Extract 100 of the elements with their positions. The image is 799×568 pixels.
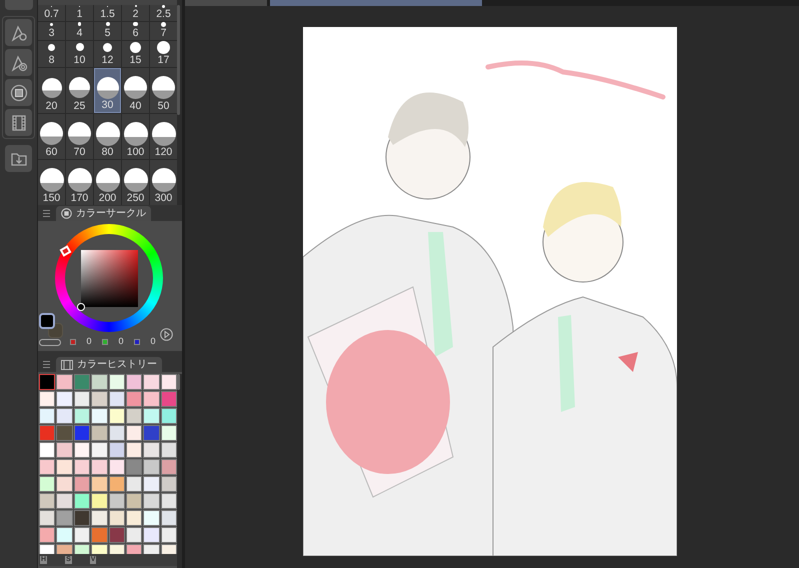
color-swatch[interactable] xyxy=(74,510,90,526)
color-swatch[interactable] xyxy=(39,442,56,458)
color-swatch[interactable] xyxy=(74,493,90,509)
color-swatch[interactable] xyxy=(160,476,177,492)
brush-size-cell[interactable]: 20 xyxy=(38,68,65,113)
color-swatch[interactable] xyxy=(91,374,108,390)
color-swatch[interactable] xyxy=(108,374,125,390)
color-swatch[interactable] xyxy=(160,493,177,509)
color-swatch[interactable] xyxy=(143,459,160,475)
color-swatch[interactable] xyxy=(91,391,108,407)
color-swatch[interactable] xyxy=(91,527,108,543)
color-swatch[interactable] xyxy=(74,408,90,424)
brush-size-cell[interactable]: 80 xyxy=(94,114,121,159)
brush-size-cell[interactable]: 7 xyxy=(150,22,177,40)
color-swatch[interactable] xyxy=(91,425,108,441)
color-swatch[interactable] xyxy=(143,527,160,543)
color-swatch[interactable] xyxy=(39,374,56,390)
pen-target-icon[interactable] xyxy=(5,49,32,76)
brush-size-cell[interactable]: 10 xyxy=(66,40,93,67)
color-swatch[interactable] xyxy=(126,391,142,407)
color-swatch[interactable] xyxy=(39,493,56,509)
color-swatch[interactable] xyxy=(39,408,56,424)
color-swatch[interactable] xyxy=(91,493,108,509)
brush-size-cell[interactable]: 17 xyxy=(150,40,177,67)
color-swatch[interactable] xyxy=(143,476,160,492)
panel-tab[interactable]: カラーヒストリー xyxy=(56,357,162,372)
color-swatch[interactable] xyxy=(143,425,160,441)
color-swatch[interactable] xyxy=(108,527,125,543)
color-swatch[interactable] xyxy=(160,442,177,458)
brush-size-cell[interactable]: 25 xyxy=(66,68,93,113)
scrollbar-thumb[interactable] xyxy=(177,374,180,390)
brush-size-cell[interactable]: 250 xyxy=(122,160,149,205)
color-swatch[interactable] xyxy=(143,510,160,526)
color-swatch[interactable] xyxy=(91,442,108,458)
color-swatch[interactable] xyxy=(126,374,142,390)
color-swatch[interactable] xyxy=(108,510,125,526)
color-swatch[interactable] xyxy=(108,459,125,475)
pen-gear-icon[interactable] xyxy=(5,19,32,46)
color-swatch[interactable] xyxy=(74,425,90,441)
panel-menu-icon[interactable] xyxy=(43,210,50,217)
color-swatch[interactable] xyxy=(126,510,142,526)
panel-tab[interactable]: カラーサークル xyxy=(56,206,151,221)
color-swatch[interactable] xyxy=(160,459,177,475)
brush-size-cell[interactable]: 2 xyxy=(122,5,149,21)
color-swatch[interactable] xyxy=(126,527,142,543)
color-swatch[interactable] xyxy=(39,527,56,543)
brush-size-cell[interactable]: 2.5 xyxy=(150,5,177,21)
color-swatch[interactable] xyxy=(126,408,142,424)
color-swatch[interactable] xyxy=(74,459,90,475)
color-swatch[interactable] xyxy=(39,510,56,526)
brush-size-cell[interactable]: 1.5 xyxy=(94,5,121,21)
brush-size-cell[interactable]: 4 xyxy=(66,22,93,40)
brush-size-cell[interactable]: 40 xyxy=(122,68,149,113)
brush-size-cell[interactable]: 120 xyxy=(150,114,177,159)
color-swatch[interactable] xyxy=(143,374,160,390)
color-swatch[interactable] xyxy=(108,442,125,458)
color-swatch[interactable] xyxy=(56,442,73,458)
color-swatch[interactable] xyxy=(56,425,73,441)
color-swatch[interactable] xyxy=(56,476,73,492)
color-swatch[interactable] xyxy=(56,408,73,424)
color-swatch[interactable] xyxy=(126,459,142,475)
brush-size-cell[interactable]: 8 xyxy=(38,40,65,67)
brush-size-cell[interactable]: 1 xyxy=(66,5,93,21)
color-swatch[interactable] xyxy=(39,391,56,407)
color-swatch[interactable] xyxy=(91,408,108,424)
color-swatch[interactable] xyxy=(56,527,73,543)
brush-size-cell[interactable]: 70 xyxy=(66,114,93,159)
color-swatch[interactable] xyxy=(143,493,160,509)
color-swatch[interactable] xyxy=(74,374,90,390)
color-picker-handle[interactable] xyxy=(76,302,84,310)
color-swatch[interactable] xyxy=(108,425,125,441)
color-swatch[interactable] xyxy=(143,408,160,424)
color-swatch[interactable] xyxy=(160,408,177,424)
folder-download-icon[interactable] xyxy=(5,145,32,172)
color-swatch[interactable] xyxy=(126,476,142,492)
brush-size-cell[interactable]: 5 xyxy=(94,22,121,40)
color-swatch[interactable] xyxy=(143,391,160,407)
brush-size-cell[interactable]: 170 xyxy=(66,160,93,205)
color-swatch[interactable] xyxy=(56,374,73,390)
hue-handle[interactable] xyxy=(60,245,72,257)
color-swatch[interactable] xyxy=(56,510,73,526)
brush-size-cell[interactable]: 50 xyxy=(150,68,177,113)
brush-size-cell[interactable]: 3 xyxy=(38,22,65,40)
play-circle-icon[interactable] xyxy=(160,328,173,341)
brush-size-cell[interactable]: 100 xyxy=(122,114,149,159)
color-swatch[interactable] xyxy=(126,425,142,441)
color-swatch[interactable] xyxy=(39,476,56,492)
color-swatch[interactable] xyxy=(39,425,56,441)
color-swatch[interactable] xyxy=(74,391,90,407)
color-swatch[interactable] xyxy=(56,493,73,509)
color-swatch[interactable] xyxy=(39,459,56,475)
color-swatch[interactable] xyxy=(126,493,142,509)
brush-size-cell[interactable]: 300 xyxy=(150,160,177,205)
brush-size-cell[interactable]: 15 xyxy=(122,40,149,67)
brush-size-cell[interactable]: 60 xyxy=(38,114,65,159)
color-swatch[interactable] xyxy=(126,442,142,458)
brush-size-cell[interactable]: 200 xyxy=(94,160,121,205)
film-icon[interactable] xyxy=(5,109,32,136)
color-swatch[interactable] xyxy=(91,476,108,492)
color-swatch[interactable] xyxy=(108,391,125,407)
